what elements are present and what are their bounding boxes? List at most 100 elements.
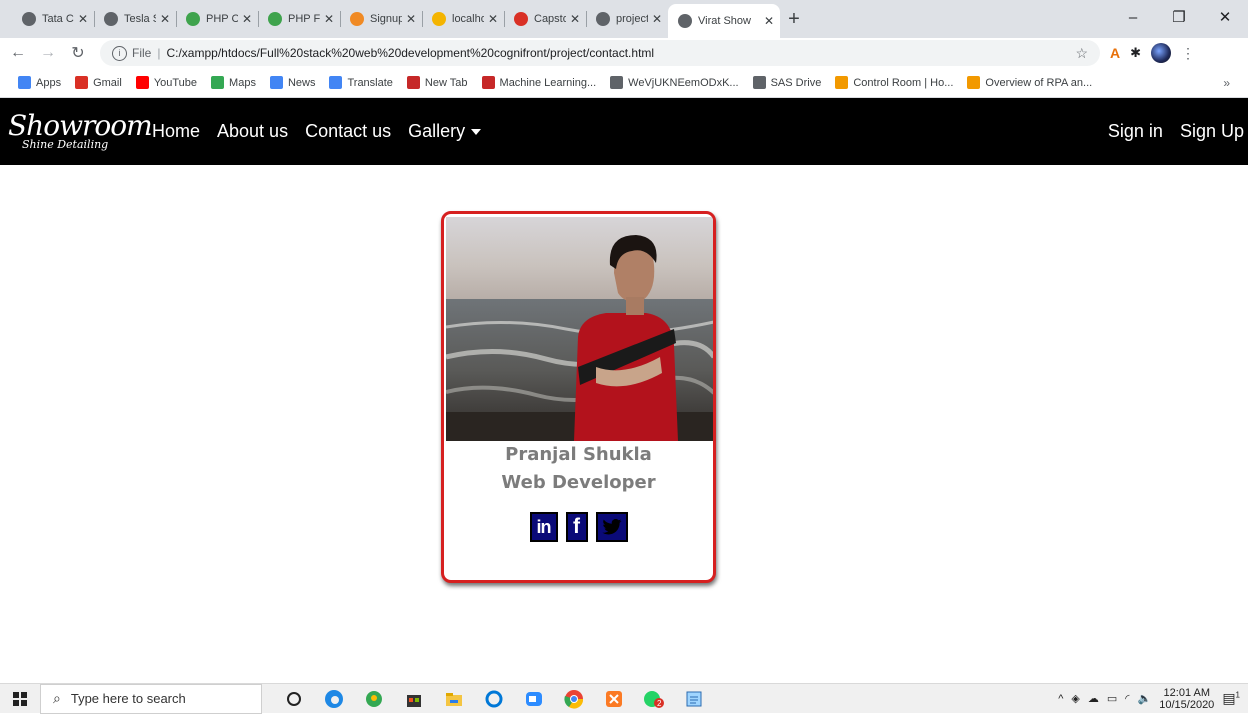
tray-chevron-up-icon[interactable]: ^	[1058, 693, 1063, 705]
browser-tab[interactable]: Capstone p ✕	[504, 4, 586, 34]
battery-icon[interactable]: ▭	[1107, 692, 1117, 705]
close-tab-icon[interactable]: ✕	[652, 12, 662, 26]
new-tab-button[interactable]: +	[780, 4, 808, 34]
address-url[interactable]: C:/xampp/htdocs/Full%20stack%20web%20dev…	[166, 46, 654, 60]
tab-title: project rep	[616, 13, 648, 25]
tab-list: Tata Cars G✕Tesla SSO -✕PHP Compl✕PHP Fo…	[12, 4, 780, 38]
bookmark-item[interactable]: YouTube	[135, 76, 198, 89]
bookmark-label: WeVjUKNEemODxK...	[628, 76, 739, 89]
bookmark-item[interactable]: WeVjUKNEemODxK...	[610, 76, 739, 89]
bookmark-label: Apps	[36, 76, 62, 89]
bookmark-item[interactable]: Machine Learning...	[481, 76, 596, 89]
globe-icon	[596, 12, 610, 26]
nav-gallery-dropdown[interactable]: Gallery	[408, 121, 482, 142]
close-tab-icon[interactable]: ✕	[570, 12, 580, 26]
system-tray: ^ ◈ ☁ ▭ ◜ 🔈 12:01 AM 10/15/2020 ▤1	[1058, 687, 1248, 711]
xampp-icon[interactable]	[594, 684, 634, 714]
back-arrow-icon[interactable]: ←	[6, 44, 30, 62]
browser-tab[interactable]: Signup For ✕	[340, 4, 422, 34]
file-explorer-icon[interactable]	[434, 684, 474, 714]
notepad-icon[interactable]	[674, 684, 714, 714]
edge-icon[interactable]	[314, 684, 354, 714]
globe-icon	[22, 12, 36, 26]
automation-anywhere-extension-icon[interactable]: A	[1110, 45, 1120, 61]
browser-tab[interactable]: project rep ✕	[586, 4, 668, 34]
onedrive-cloud-icon[interactable]: ☁	[1088, 692, 1099, 705]
sign-up-link[interactable]: Sign Up	[1180, 121, 1244, 142]
xampp-icon	[350, 12, 364, 26]
close-window-button[interactable]: ✕	[1202, 0, 1248, 34]
profile-avatar-icon[interactable]	[1151, 43, 1172, 63]
site-navbar: Showroom Shine Detailing Home About us C…	[0, 98, 1248, 165]
bookmark-item[interactable]: Overview of RPA an...	[967, 76, 1092, 89]
close-tab-icon[interactable]: ✕	[488, 12, 498, 26]
nav-home-link[interactable]: Home	[152, 121, 200, 142]
volume-icon[interactable]: 🔈	[1138, 692, 1152, 705]
sign-in-link[interactable]: Sign in	[1108, 121, 1163, 142]
minimize-button[interactable]: –	[1110, 0, 1156, 34]
auth-links: Sign in Sign Up	[1091, 121, 1248, 142]
restore-button[interactable]: ❐	[1156, 0, 1202, 34]
close-tab-icon[interactable]: ✕	[242, 12, 252, 26]
cortana-icon[interactable]	[274, 684, 314, 714]
translate-icon	[329, 76, 343, 89]
newtab-icon	[406, 76, 420, 89]
whatsapp-icon[interactable]: 2	[634, 684, 674, 714]
maps-icon	[211, 76, 225, 89]
profile-card: Pranjal Shukla Web Developer in f	[441, 211, 716, 583]
tray-app-icon[interactable]: ◈	[1071, 692, 1079, 705]
bookmark-label: YouTube	[153, 76, 198, 89]
close-tab-icon[interactable]: ✕	[160, 12, 170, 26]
bookmark-item[interactable]: SAS Drive	[752, 76, 821, 89]
notification-center-icon[interactable]: ▤1	[1222, 690, 1240, 707]
close-tab-icon[interactable]: ✕	[324, 12, 334, 26]
browser-tab[interactable]: Tesla SSO - ✕	[94, 4, 176, 34]
taskbar-search-box[interactable]: ⌕ Type here to search	[40, 683, 262, 714]
zoom-icon[interactable]	[514, 684, 554, 714]
nav-contact-link[interactable]: Contact us	[305, 121, 391, 142]
bookmark-item[interactable]: Apps	[18, 76, 61, 89]
maps-app-icon[interactable]	[354, 684, 394, 714]
bookmark-item[interactable]: News	[269, 76, 315, 89]
browser-tab[interactable]: PHP Compl ✕	[176, 4, 258, 34]
linkedin-icon[interactable]: in	[529, 512, 558, 542]
windows-start-button[interactable]	[0, 691, 40, 706]
kebab-menu-icon[interactable]: ⋮	[1181, 45, 1195, 62]
w3-icon	[268, 12, 282, 26]
globe-icon	[610, 76, 624, 89]
close-tab-icon[interactable]: ✕	[764, 14, 774, 28]
chrome-icon[interactable]	[554, 684, 594, 714]
bookmarks-overflow-icon[interactable]: »	[1223, 76, 1230, 90]
tab-title: Virat Show	[698, 15, 751, 27]
taskbar-clock[interactable]: 12:01 AM 10/15/2020	[1159, 687, 1214, 711]
facebook-icon[interactable]: f	[565, 512, 588, 542]
bookmark-item[interactable]: Translate	[329, 76, 393, 89]
info-icon[interactable]: i	[112, 45, 127, 61]
wifi-icon[interactable]: ◜	[1125, 692, 1129, 705]
bookmark-item[interactable]: Control Room | Ho...	[835, 76, 953, 89]
site-logo[interactable]: Showroom Shine Detailing	[0, 98, 153, 165]
address-separator: |	[157, 46, 161, 60]
globe-icon	[752, 76, 766, 89]
bookmark-item[interactable]: Gmail	[75, 76, 122, 89]
browser-tab[interactable]: Virat Show ✕	[668, 4, 780, 38]
nav-about-link[interactable]: About us	[217, 121, 288, 142]
store-icon[interactable]	[394, 684, 434, 714]
browser-tab[interactable]: PHP Form ✕	[258, 4, 340, 34]
bookmark-label: Gmail	[93, 76, 122, 89]
address-bar[interactable]: i File | C:/xampp/htdocs/Full%20stack%20…	[100, 40, 1100, 66]
social-links: in f	[444, 512, 713, 542]
bookmark-star-icon[interactable]: ☆	[1075, 45, 1088, 62]
tab-title: Capstone p	[534, 13, 566, 25]
cortana-ring-icon[interactable]	[474, 684, 514, 714]
close-tab-icon[interactable]: ✕	[406, 12, 416, 26]
browser-tab[interactable]: localhost / ✕	[422, 4, 504, 34]
twitter-icon[interactable]	[595, 512, 628, 542]
bookmark-item[interactable]: Maps	[211, 76, 256, 89]
close-tab-icon[interactable]: ✕	[78, 12, 88, 26]
forward-arrow-icon[interactable]: →	[36, 44, 60, 62]
bookmark-item[interactable]: New Tab	[406, 76, 468, 89]
extensions-puzzle-icon[interactable]: ✱	[1130, 45, 1141, 61]
reload-icon[interactable]: ↻	[66, 43, 90, 63]
browser-tab[interactable]: Tata Cars G ✕	[12, 4, 94, 34]
